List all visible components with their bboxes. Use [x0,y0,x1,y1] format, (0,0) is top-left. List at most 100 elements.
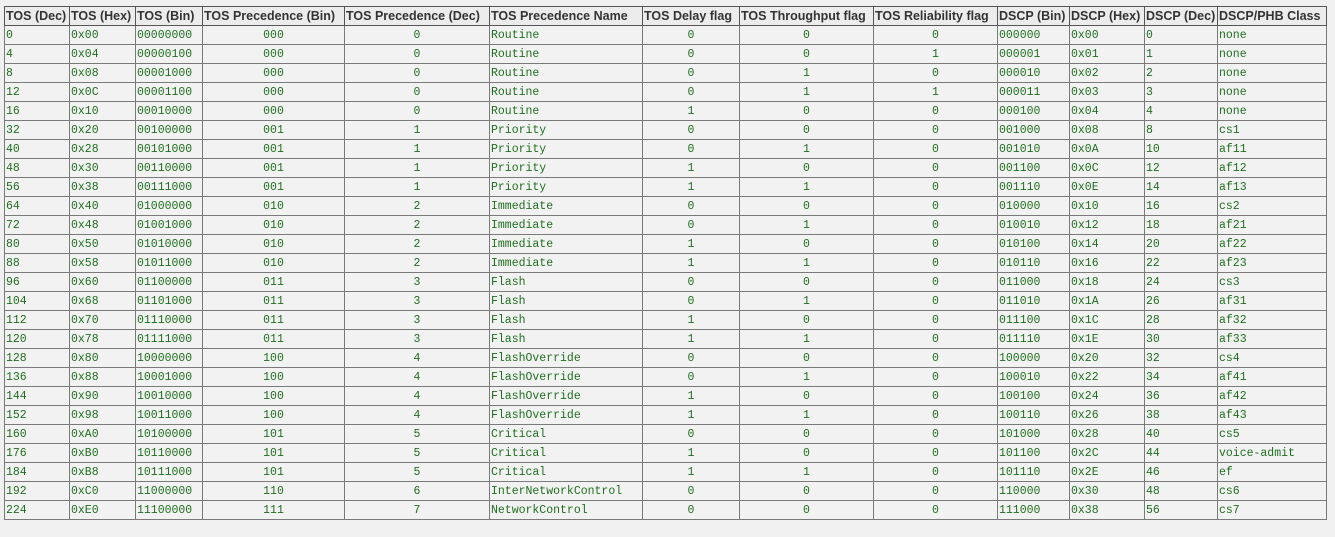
cell-delay-flag: 0 [642,82,740,102]
cell-dscp-dec: 3 [1144,82,1218,102]
cell-tos-bin: 10111000 [135,462,203,482]
cell-tos-bin: 10100000 [135,424,203,444]
cell-precedence-dec: 3 [344,272,490,292]
cell-dscp-hex: 0x22 [1069,367,1145,387]
cell-delay-flag: 0 [642,500,740,520]
cell-tos-hex: 0x98 [69,405,136,425]
cell-precedence-dec: 4 [344,405,490,425]
cell-phb-class: cs7 [1217,500,1327,520]
cell-tos-hex: 0x50 [69,234,136,254]
table-row: 72 0x48 01001000 010 2 Immediate 0 1 0 010010 0x12… [4,215,1327,235]
cell-reliability-flag: 1 [873,82,998,102]
cell-tos-bin: 11000000 [135,481,203,501]
cell-dscp-dec: 2 [1144,63,1218,83]
cell-reliability-flag: 0 [873,348,998,368]
cell-dscp-bin: 010010 [997,215,1070,235]
cell-phb-class: voice-admit [1217,443,1327,463]
table-row: 88 0x58 01011000 010 2 Immediate 1 1 0 010110 0x16… [4,253,1327,273]
cell-tos-dec: 12 [4,82,70,102]
cell-delay-flag: 1 [642,443,740,463]
cell-tos-bin: 00000100 [135,44,203,64]
cell-phb-class: cs1 [1217,120,1327,140]
cell-precedence-name: Critical [489,462,643,482]
cell-throughput-flag: 0 [739,196,874,216]
cell-dscp-dec: 18 [1144,215,1218,235]
cell-precedence-dec: 3 [344,329,490,349]
cell-dscp-hex: 0x28 [1069,424,1145,444]
cell-delay-flag: 0 [642,291,740,311]
cell-dscp-hex: 0x00 [1069,25,1145,45]
table-row: 136 0x88 10001000 100 4 FlashOverride 0 1 0 10001… [4,367,1327,387]
cell-precedence-bin: 101 [202,424,345,444]
cell-dscp-hex: 0x04 [1069,101,1145,121]
table-row: 48 0x30 00110000 001 1 Priority 1 0 0 001100 0x0C 1… [4,158,1327,178]
cell-dscp-dec: 30 [1144,329,1218,349]
table-row: 224 0xE0 11100000 111 7 NetworkControl 0 0 0 1110… [4,500,1327,520]
cell-tos-dec: 184 [4,462,70,482]
cell-dscp-bin: 100000 [997,348,1070,368]
cell-precedence-dec: 0 [344,44,490,64]
cell-tos-dec: 16 [4,101,70,121]
cell-dscp-bin: 100100 [997,386,1070,406]
tos-dscp-table: TOS (Dec) TOS (Hex) TOS (Bin) TOS Precedenc… [4,6,1327,520]
cell-reliability-flag: 0 [873,291,998,311]
cell-dscp-dec: 26 [1144,291,1218,311]
cell-precedence-dec: 0 [344,63,490,83]
cell-dscp-dec: 46 [1144,462,1218,482]
cell-throughput-flag: 0 [739,348,874,368]
cell-precedence-bin: 000 [202,63,345,83]
cell-dscp-hex: 0x03 [1069,82,1145,102]
cell-reliability-flag: 0 [873,139,998,159]
cell-reliability-flag: 0 [873,272,998,292]
cell-phb-class: cs5 [1217,424,1327,444]
cell-dscp-bin: 010000 [997,196,1070,216]
cell-delay-flag: 0 [642,63,740,83]
cell-tos-dec: 4 [4,44,70,64]
cell-dscp-bin: 000001 [997,44,1070,64]
column-header-throughput-flag: TOS Throughput flag [739,6,874,26]
cell-tos-hex: 0xB8 [69,462,136,482]
cell-precedence-name: Priority [489,158,643,178]
cell-delay-flag: 1 [642,405,740,425]
cell-precedence-name: Routine [489,63,643,83]
cell-dscp-bin: 011010 [997,291,1070,311]
cell-dscp-dec: 20 [1144,234,1218,254]
cell-dscp-hex: 0x01 [1069,44,1145,64]
cell-dscp-hex: 0x12 [1069,215,1145,235]
cell-phb-class: none [1217,82,1327,102]
cell-phb-class: af12 [1217,158,1327,178]
cell-precedence-bin: 100 [202,367,345,387]
cell-tos-bin: 00010000 [135,101,203,121]
cell-dscp-hex: 0x0A [1069,139,1145,159]
cell-dscp-hex: 0x10 [1069,196,1145,216]
cell-precedence-bin: 100 [202,386,345,406]
cell-tos-bin: 11100000 [135,500,203,520]
cell-reliability-flag: 0 [873,63,998,83]
table-row: 144 0x90 10010000 100 4 FlashOverride 1 0 0 10010… [4,386,1327,406]
table-row: 112 0x70 01110000 011 3 Flash 1 0 0 011100 0x1C 28 a… [4,310,1327,330]
cell-precedence-dec: 1 [344,120,490,140]
cell-reliability-flag: 0 [873,25,998,45]
cell-throughput-flag: 0 [739,443,874,463]
cell-dscp-hex: 0x26 [1069,405,1145,425]
cell-tos-dec: 0 [4,25,70,45]
cell-dscp-dec: 32 [1144,348,1218,368]
column-header-phb-class: DSCP/PHB Class [1217,6,1327,26]
cell-throughput-flag: 1 [739,367,874,387]
table-row: 12 0x0C 00001100 000 0 Routine 0 1 1 000011 0x03 3 n… [4,82,1327,102]
cell-precedence-name: Immediate [489,234,643,254]
cell-precedence-name: Priority [489,139,643,159]
cell-throughput-flag: 0 [739,424,874,444]
cell-precedence-dec: 2 [344,196,490,216]
column-header-tos-dec: TOS (Dec) [4,6,70,26]
cell-dscp-bin: 101100 [997,443,1070,463]
cell-precedence-dec: 2 [344,234,490,254]
cell-delay-flag: 1 [642,329,740,349]
cell-phb-class: cs3 [1217,272,1327,292]
cell-dscp-bin: 001100 [997,158,1070,178]
cell-tos-dec: 136 [4,367,70,387]
cell-tos-dec: 224 [4,500,70,520]
cell-throughput-flag: 1 [739,253,874,273]
cell-tos-bin: 10001000 [135,367,203,387]
cell-tos-dec: 104 [4,291,70,311]
